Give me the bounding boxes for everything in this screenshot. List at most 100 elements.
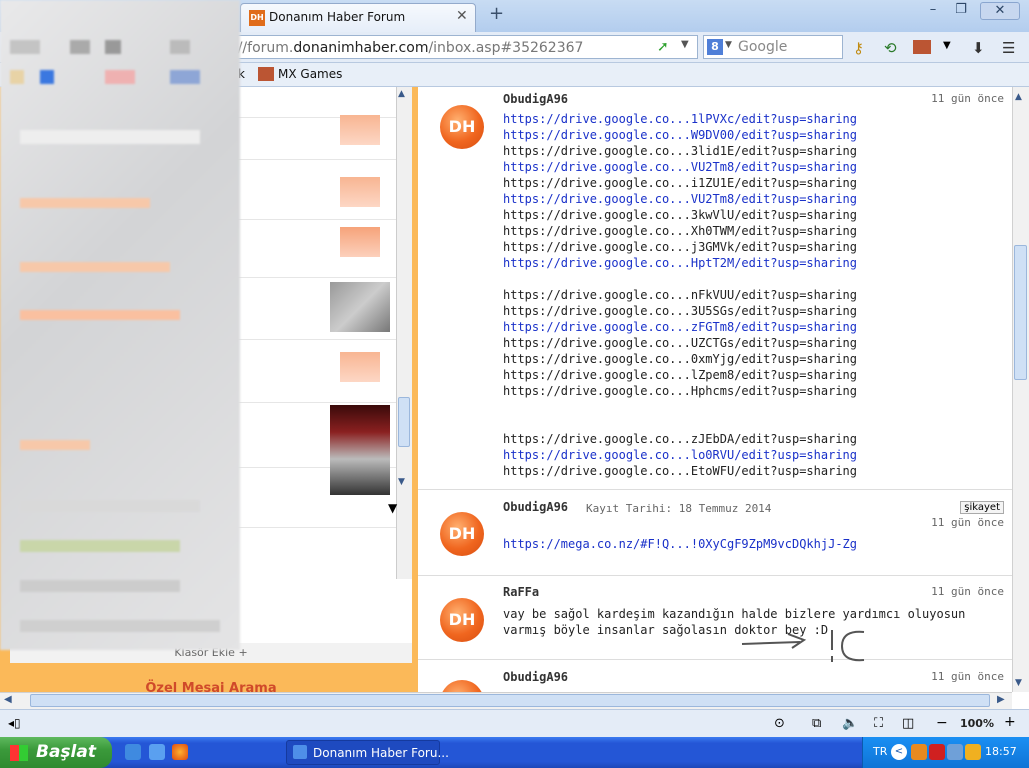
security-alert-icon[interactable] xyxy=(965,744,981,760)
windows-taskbar: Başlat Donanım Haber Foru... TR < 18:57 xyxy=(0,737,1029,768)
sidebar-scrollbar[interactable] xyxy=(396,87,412,579)
zoom-out-icon[interactable]: − xyxy=(936,715,948,731)
restore-icon[interactable]: ❐ xyxy=(948,2,974,20)
language-indicator[interactable]: TR xyxy=(873,745,887,758)
fullscreen-icon[interactable]: ⛶ xyxy=(874,716,883,731)
zoom-in-icon[interactable]: + xyxy=(1004,714,1016,730)
windows-logo-icon xyxy=(10,745,28,761)
addon-dropdown-icon[interactable]: ▼ xyxy=(943,40,951,51)
report-button[interactable]: şikayet xyxy=(960,501,1004,514)
message-username[interactable]: ObudigA96 xyxy=(503,92,568,106)
message-username[interactable]: ObudigA96 xyxy=(503,670,568,684)
url-bar[interactable]: ://forum.donanimhaber.com/inbox.asp#3526… xyxy=(228,35,698,59)
close-window-icon[interactable]: ✕ xyxy=(980,2,1020,20)
message-line: https://drive.google.co...Xh0TWM/edit?us… xyxy=(503,224,858,238)
scroll-down-icon[interactable]: ▼ xyxy=(1015,678,1022,688)
message-item: DH ObudigA96 Kayıt Tarihi: 18 Temmuz 201… xyxy=(418,490,1012,576)
drive-link[interactable]: https://drive.google.co...VU2Tm8/edit?us… xyxy=(503,159,857,175)
menu-icon[interactable]: ☰ xyxy=(1002,39,1015,57)
dropdown-arrow-icon[interactable]: ▼ xyxy=(388,501,397,515)
key-icon[interactable]: ⚷ xyxy=(853,39,864,57)
avatar[interactable]: DH xyxy=(440,105,484,149)
search-engine-icon[interactable]: 8 xyxy=(707,39,723,55)
go-arrow-icon[interactable]: ➚ xyxy=(657,39,669,55)
message-date: 11 gün önce xyxy=(931,670,1004,683)
drive-link[interactable]: https://drive.google.co...lo0RVU/edit?us… xyxy=(503,447,857,463)
scroll-right-icon[interactable]: ▶ xyxy=(997,694,1005,705)
refresh-addon-icon[interactable]: ⟲ xyxy=(884,39,897,57)
minimize-icon[interactable]: – xyxy=(920,2,946,20)
mx-games-icon[interactable] xyxy=(913,40,931,54)
message-item: DH RaFFa 11 gün önce vay be sağol kardeş… xyxy=(418,576,1012,660)
scroll-up-icon[interactable]: ▲ xyxy=(398,89,405,99)
start-button[interactable]: Başlat xyxy=(0,737,112,768)
zoom-level[interactable]: 100% xyxy=(960,717,994,730)
message-line: https://drive.google.co...j3GMVk/edit?us… xyxy=(503,240,858,254)
sidebar-toggle-icon[interactable]: ◂▯ xyxy=(8,716,21,730)
browser-tab[interactable]: DH Donanım Haber Forum ✕ xyxy=(240,3,476,32)
desktop-quicklaunch-icon[interactable] xyxy=(149,744,165,760)
bookmark-mx-games[interactable]: MX Games xyxy=(278,67,342,81)
drive-link[interactable]: https://drive.google.co...HptT2M/edit?us… xyxy=(503,255,857,271)
tab-close-icon[interactable]: ✕ xyxy=(456,8,468,24)
tab-title: Donanım Haber Forum xyxy=(269,10,406,24)
scroll-down-icon[interactable]: ▼ xyxy=(398,477,405,487)
mega-link[interactable]: https://mega.co.nz/#F!Q...!0XyCgF9ZpM9vc… xyxy=(503,536,1003,552)
url-dropdown-icon[interactable]: ▼ xyxy=(681,39,689,50)
drive-link[interactable]: https://drive.google.co...zFGTm8/edit?us… xyxy=(503,319,857,335)
search-engine-dropdown-icon[interactable]: ▼ xyxy=(725,40,732,50)
scroll-left-icon[interactable]: ◀ xyxy=(4,694,12,705)
message-username[interactable]: RaFFa xyxy=(503,585,539,599)
avatar[interactable]: DH xyxy=(440,512,484,556)
message-username[interactable]: ObudigA96 xyxy=(503,500,568,514)
list-thumbnail xyxy=(340,352,380,382)
message-line: https://drive.google.co...0xmYjg/edit?us… xyxy=(503,352,858,366)
avatar[interactable]: DH xyxy=(440,598,484,642)
sidebar-scroll-thumb[interactable] xyxy=(398,397,410,447)
mx-games-bookmark-icon xyxy=(258,67,274,81)
list-thumbnail xyxy=(340,227,380,257)
tray-expand-icon[interactable]: < xyxy=(891,744,907,760)
page-scroll-thumb[interactable] xyxy=(1014,245,1027,380)
browser-taskbar-icon xyxy=(293,745,307,759)
message-line: https://drive.google.co...nFkVUU/edit?us… xyxy=(503,288,858,302)
horizontal-scroll-thumb[interactable] xyxy=(30,694,990,707)
drive-link[interactable]: https://drive.google.co...1lPVXc/edit?us… xyxy=(503,111,857,127)
donanimhaber-favicon-icon: DH xyxy=(249,10,265,26)
list-thumbnail xyxy=(340,115,380,145)
status-bar: ◂▯ ⊙ ⧉ 🔈 ⛶ ◫ − 100% + xyxy=(0,709,1029,737)
new-tab-icon[interactable]: + xyxy=(489,3,504,24)
volume-icon[interactable]: 🔈 xyxy=(842,716,858,731)
message-date: 11 gün önce xyxy=(931,585,1004,598)
drive-link[interactable]: https://drive.google.co...W9DV00/edit?us… xyxy=(503,127,857,143)
taskbar-item-browser[interactable]: Donanım Haber Foru... xyxy=(286,740,449,765)
scroll-up-icon[interactable]: ▲ xyxy=(1015,92,1022,102)
split-view-icon[interactable]: ◫ xyxy=(902,716,914,731)
message-item: DH ObudigA96 11 gün önce https://drive.g… xyxy=(418,87,1012,490)
page-style-icon[interactable]: ⧉ xyxy=(812,716,821,731)
message-line: https://drive.google.co...EtoWFU/edit?us… xyxy=(503,464,858,478)
performance-icon[interactable]: ⊙ xyxy=(774,716,785,731)
clock[interactable]: 18:57 xyxy=(985,745,1017,758)
search-input[interactable]: 8 ▼ Google xyxy=(703,35,843,59)
message-line: https://drive.google.co...lZpem8/edit?us… xyxy=(503,368,858,382)
ie-quicklaunch-icon[interactable] xyxy=(125,744,141,760)
message-line: https://drive.google.co...i1ZU1E/edit?us… xyxy=(503,176,858,190)
page-scrollbar[interactable] xyxy=(1012,87,1029,692)
network-icon[interactable] xyxy=(947,744,963,760)
message-line xyxy=(503,271,857,287)
message-line: https://drive.google.co...zJEbDA/edit?us… xyxy=(503,432,858,446)
avatar[interactable]: DH xyxy=(440,680,484,692)
search-placeholder: Google xyxy=(738,39,788,55)
download-icon[interactable]: ⬇ xyxy=(972,39,985,57)
tray-app-icon[interactable] xyxy=(929,744,945,760)
firefox-quicklaunch-icon[interactable] xyxy=(172,744,188,760)
system-tray: TR < 18:57 xyxy=(862,737,1029,768)
list-thumbnail xyxy=(330,282,390,332)
message-line: https://drive.google.co...Hphcms/edit?us… xyxy=(503,384,858,398)
tray-app-icon[interactable] xyxy=(911,744,927,760)
drive-link[interactable]: https://drive.google.co...VU2Tm8/edit?us… xyxy=(503,191,857,207)
message-line xyxy=(503,399,857,415)
message-line xyxy=(503,415,857,431)
message-date: 11 gün önce xyxy=(931,516,1004,529)
